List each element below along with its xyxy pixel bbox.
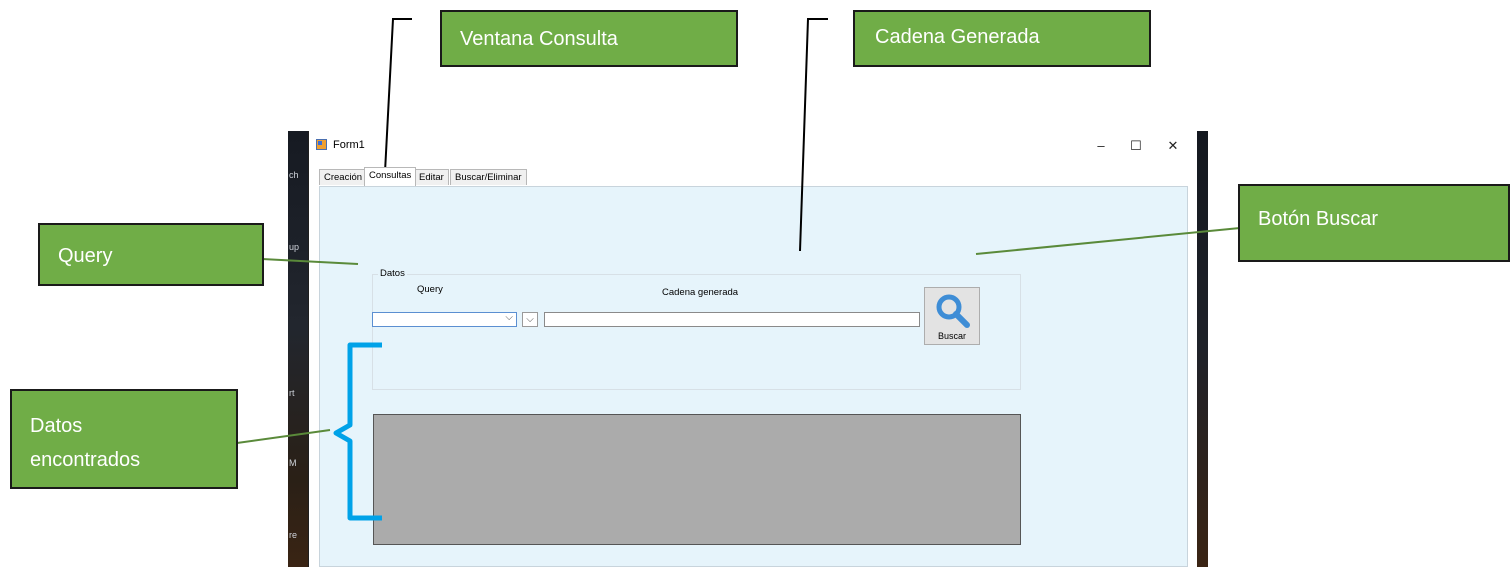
tab-editar[interactable]: Editar [414, 169, 449, 185]
callout-text: Query [58, 245, 113, 267]
window-title: Form1 [333, 139, 365, 151]
callout-text-line2: encontrados [30, 449, 141, 471]
chevron-down-icon[interactable]: ⌵ [505, 312, 513, 323]
callout-boton-buscar: Botón Buscar [1238, 184, 1510, 262]
callout-ventana-consulta: Ventana Consulta [440, 10, 738, 67]
callout-text: Cadena Generada [875, 26, 1040, 48]
chevron-down-icon[interactable]: ⌵ [526, 314, 534, 325]
buscar-button[interactable]: Buscar [924, 287, 980, 345]
buscar-button-label: Buscar [937, 331, 966, 341]
desktop-icon-label: up [289, 242, 300, 252]
callout-cadena-generada: Cadena Generada [853, 10, 1151, 67]
callout-text: Ventana Consulta [460, 28, 618, 50]
title-bar[interactable]: Form1 – ☐ ✕ [309, 131, 1197, 161]
tab-consultas[interactable]: Consultas [364, 167, 417, 186]
callout-text-line1: Datos [30, 415, 83, 437]
results-datagridview[interactable] [373, 414, 1021, 545]
desktop-icon-label: re [289, 530, 298, 540]
minimize-button[interactable]: – [1087, 135, 1115, 157]
maximize-button[interactable]: ☐ [1122, 135, 1150, 157]
consultas-tab-page: Datos Query Cadena generada ⌵ ⌵ Buscar [319, 186, 1188, 567]
magnifier-icon [936, 294, 970, 328]
query-combobox[interactable]: ⌵ [372, 312, 517, 327]
desktop-icon-label: ch [289, 170, 299, 180]
tab-creacion[interactable]: Creación [319, 169, 368, 185]
callout-text: Botón Buscar [1258, 208, 1379, 230]
callout-datos-encontrados: Datos encontrados [10, 389, 238, 489]
datos-group-title: Datos [378, 268, 407, 279]
operator-combobox[interactable]: ⌵ [522, 312, 538, 327]
tab-buscar-eliminar[interactable]: Buscar/Eliminar [450, 169, 527, 185]
desktop-background-left [288, 131, 308, 567]
app-icon [316, 139, 327, 150]
query-label: Query [417, 284, 443, 295]
close-button[interactable]: ✕ [1159, 135, 1187, 157]
desktop-icon-label: M [289, 458, 297, 468]
tab-strip: Creación Consultas Editar Buscar/Elimina… [309, 167, 1197, 186]
cadena-generada-label: Cadena generada [662, 287, 739, 298]
callout-query: Query [38, 223, 264, 286]
form1-window: Form1 – ☐ ✕ Creación Consultas Editar Bu… [308, 131, 1197, 567]
desktop-icon-label: rt [289, 388, 295, 398]
desktop-background-right [1196, 131, 1208, 567]
cadena-generada-textbox[interactable] [544, 312, 920, 327]
